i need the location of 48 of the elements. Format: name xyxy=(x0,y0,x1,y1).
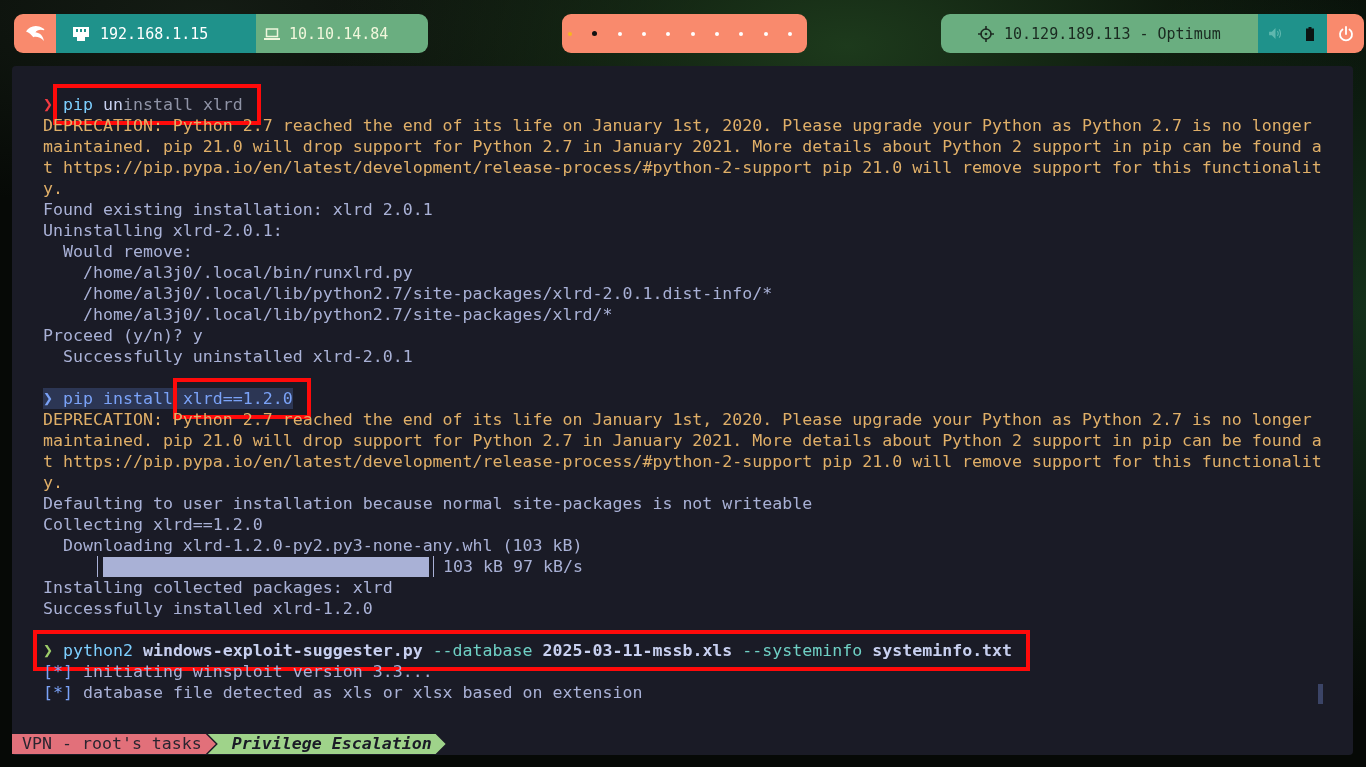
output-line: Downloading xlrd-1.2.0-py2.py3-none-any.whl (103 kB) xyxy=(61,535,583,556)
output-line: Defaulting to user installation because normal site-packages is not writeable xyxy=(43,493,813,514)
workspace-dot-icon[interactable] xyxy=(642,31,646,36)
workspace-dot-icon[interactable] xyxy=(739,31,744,36)
output-line: maintained. pip 21.0 will drop support for Python 2.7 in January 2021. More details about Python 2 support in pip can be found a xyxy=(43,136,1322,157)
laptop-icon xyxy=(264,26,280,41)
swoosh-icon xyxy=(25,25,45,42)
speaker-icon[interactable] xyxy=(1269,28,1282,39)
workspace-dot-icon[interactable] xyxy=(714,31,719,36)
progress-reading: 103 kB 97 kB/s xyxy=(443,556,583,577)
workspace-dot-icon[interactable] xyxy=(617,31,622,36)
output-line: Found existing installation: xlrd 2.0.1 xyxy=(43,199,433,220)
ethernet-icon xyxy=(73,26,89,41)
output-line: Successfully uninstalled xlrd-2.0.1 xyxy=(61,346,413,367)
output-line: /home/al3j0/.local/lib/python2.7/site-packages/xlrd-2.0.1.dist-info/* xyxy=(81,283,773,304)
terminal-tab[interactable]: VPN - root's tasks xyxy=(12,734,216,754)
power-button[interactable] xyxy=(1327,14,1364,53)
output-line: /home/al3j0/.local/bin/runxlrd.py xyxy=(81,262,413,283)
output-line: maintained. pip 21.0 will drop support for Python 2.7 in January 2021. More details about Python 2 support in pip can be found a xyxy=(43,430,1322,451)
workspace-dot-icon[interactable] xyxy=(763,31,768,36)
output-line: Uninstalling xlrd-2.0.1: xyxy=(43,220,283,241)
command-line: ❯ python2 windows-exploit-suggester.py --database 2025-03-11-mssb.xls --systeminfo systeminfo.txt xyxy=(43,640,1013,661)
ip-address: 10.10.14.84 xyxy=(289,24,389,43)
output-line: t https://pip.pypa.io/en/latest/development/release-process/#python-2-support pip 21.0 will remove support for this functionalit xyxy=(43,157,1322,178)
output-line: t https://pip.pypa.io/en/latest/development/release-process/#python-2-support pip 21.0 will remove support for this functionalit xyxy=(43,451,1322,472)
launcher-button[interactable] xyxy=(14,14,56,53)
workspace-dot-icon[interactable] xyxy=(592,31,598,36)
workspace-dot-icon[interactable] xyxy=(787,31,792,36)
battery-icon xyxy=(1306,26,1314,41)
power-icon xyxy=(1337,25,1354,42)
output-line: Proceed (y/n)? y xyxy=(43,325,203,346)
output-line: y. xyxy=(43,472,63,493)
ip-address: 192.168.1.15 xyxy=(100,24,209,43)
output-line: [*] database file detected as xls or xlsx based on extension xyxy=(43,682,643,703)
workspace-dot-icon[interactable] xyxy=(666,31,671,36)
workspace-dot-icon[interactable] xyxy=(690,31,695,36)
command-line: ❯ pip uninstall xlrd xyxy=(43,94,243,115)
crosshair-icon xyxy=(978,25,994,42)
scrollbar-thumb[interactable] xyxy=(1318,684,1323,704)
output-line: Installing collected packages: xlrd xyxy=(43,577,393,598)
terminal-tab[interactable]: Privilege Escalation xyxy=(207,734,446,754)
output-line: Would remove: xyxy=(61,241,193,262)
target-label: 10.129.189.113 - Optimum xyxy=(1004,24,1221,43)
output-line: Successfully installed xlrd-1.2.0 xyxy=(43,598,373,619)
output-line: Collecting xlrd==1.2.0 xyxy=(43,514,263,535)
workspace-dot-icon[interactable] xyxy=(568,31,572,36)
output-line: y. xyxy=(43,178,63,199)
output-line: /home/al3j0/.local/lib/python2.7/site-packages/xlrd/* xyxy=(81,304,613,325)
